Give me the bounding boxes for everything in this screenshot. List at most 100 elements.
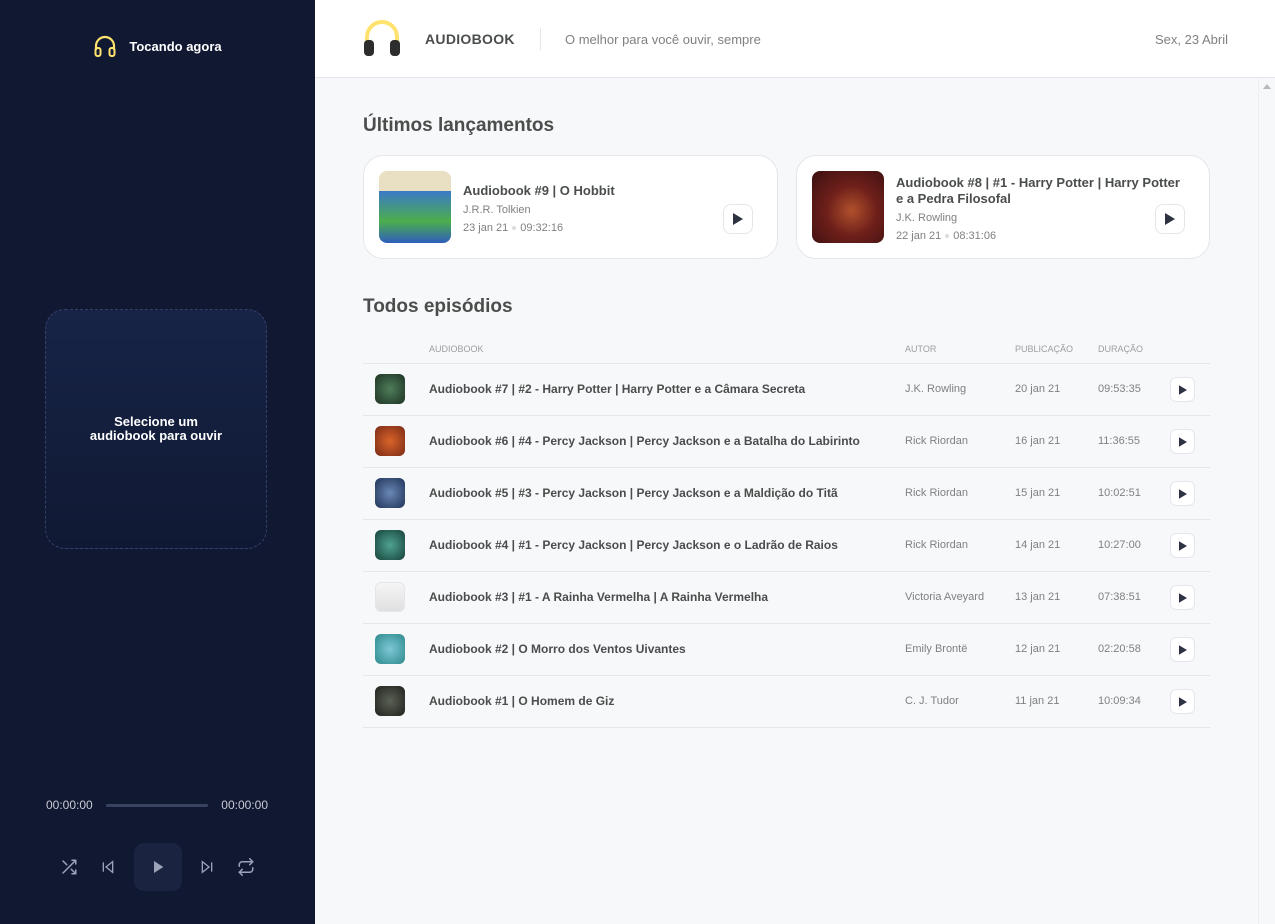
episode-published: 16 jan 21 bbox=[1015, 435, 1061, 447]
episode-title[interactable]: Audiobook #5 | #3 - Percy Jackson | Perc… bbox=[429, 486, 838, 500]
card-meta: 22 jan 21 08:31:06 bbox=[896, 230, 1186, 242]
progress-track[interactable] bbox=[106, 803, 208, 807]
episode-cover bbox=[375, 374, 405, 404]
next-button[interactable] bbox=[193, 853, 221, 881]
episode-duration: 09:53:35 bbox=[1098, 383, 1141, 395]
episode-duration: 10:02:51 bbox=[1098, 487, 1141, 499]
card-date: 22 jan 21 bbox=[896, 229, 942, 242]
table-row[interactable]: Audiobook #1 | O Homem de Giz C. J. Tudo… bbox=[363, 676, 1210, 728]
episode-title[interactable]: Audiobook #2 | O Morro dos Ventos Uivant… bbox=[429, 642, 686, 656]
meta-separator bbox=[945, 233, 950, 238]
episode-published: 12 jan 21 bbox=[1015, 643, 1061, 655]
column-published: PUBLICAÇÃO bbox=[1015, 344, 1074, 354]
table-row[interactable]: Audiobook #2 | O Morro dos Ventos Uivant… bbox=[363, 624, 1210, 676]
episode-duration: 10:27:00 bbox=[1098, 539, 1141, 551]
card-author: J.K. Rowling bbox=[896, 211, 958, 224]
previous-button[interactable] bbox=[94, 853, 122, 881]
episode-author: C. J. Tudor bbox=[905, 695, 959, 707]
column-author: AUTOR bbox=[905, 344, 937, 354]
episode-title[interactable]: Audiobook #1 | O Homem de Giz bbox=[429, 694, 614, 708]
play-icon bbox=[153, 860, 163, 873]
episode-title[interactable]: Audiobook #4 | #1 - Percy Jackson | Perc… bbox=[429, 538, 838, 552]
repeat-icon bbox=[238, 857, 254, 876]
episode-cover bbox=[375, 634, 405, 664]
card-info: Audiobook #9 | O Hobbit J.R.R. Tolkien 2… bbox=[463, 156, 615, 260]
card-duration: 08:31:06 bbox=[953, 229, 997, 242]
episode-author: Rick Riordan bbox=[905, 539, 968, 551]
episode-cover bbox=[375, 426, 405, 456]
episode-title[interactable]: Audiobook #6 | #4 - Percy Jackson | Perc… bbox=[429, 434, 860, 448]
player-controls bbox=[55, 842, 260, 891]
play-icon bbox=[1165, 213, 1175, 225]
scroll-up-arrow-icon[interactable] bbox=[1263, 84, 1271, 89]
table-row[interactable]: Audiobook #7 | #2 - Harry Potter | Harry… bbox=[363, 364, 1210, 416]
column-duration: DURAÇÃO bbox=[1098, 344, 1144, 354]
episode-play-button[interactable] bbox=[1170, 585, 1195, 610]
episode-title[interactable]: Audiobook #7 | #2 - Harry Potter | Harry… bbox=[429, 382, 805, 396]
episode-author: Victoria Aveyard bbox=[905, 591, 985, 603]
card-date: 23 jan 21 bbox=[463, 221, 509, 234]
empty-player-message: Selecione um audiobook para ouvir bbox=[89, 414, 223, 443]
table-row[interactable]: Audiobook #6 | #4 - Percy Jackson | Perc… bbox=[363, 416, 1210, 468]
brand-name: AUDIOBOOK bbox=[425, 31, 515, 47]
episode-published: 13 jan 21 bbox=[1015, 591, 1061, 603]
scrollbar[interactable] bbox=[1258, 78, 1275, 924]
episode-play-button[interactable] bbox=[1170, 429, 1195, 454]
table-row[interactable]: Audiobook #4 | #1 - Percy Jackson | Perc… bbox=[363, 520, 1210, 572]
table-row[interactable]: Audiobook #3 | #1 - A Rainha Vermelha | … bbox=[363, 572, 1210, 624]
episode-play-button[interactable] bbox=[1170, 637, 1195, 662]
episode-author: Rick Riordan bbox=[905, 487, 968, 499]
episode-cover bbox=[375, 530, 405, 560]
episode-play-button[interactable] bbox=[1170, 481, 1195, 506]
episode-duration: 10:09:34 bbox=[1098, 695, 1141, 707]
episode-author: Rick Riordan bbox=[905, 435, 968, 447]
now-playing-label: Tocando agora bbox=[129, 38, 222, 54]
card-info: Audiobook #8 | #1 - Harry Potter | Harry… bbox=[896, 156, 1186, 260]
repeat-button[interactable] bbox=[232, 853, 260, 881]
card-title: Audiobook #8 | #1 - Harry Potter | Harry… bbox=[896, 174, 1180, 206]
now-playing-header: Tocando agora bbox=[0, 34, 315, 58]
episode-published: 15 jan 21 bbox=[1015, 487, 1061, 499]
player-sidebar: Tocando agora Selecione um audiobook par… bbox=[0, 0, 315, 924]
play-icon bbox=[1178, 436, 1187, 447]
play-button[interactable] bbox=[133, 842, 182, 891]
time-current: 00:00:00 bbox=[46, 798, 93, 812]
shuffle-button[interactable] bbox=[55, 853, 83, 881]
episode-published: 14 jan 21 bbox=[1015, 539, 1061, 551]
episode-duration: 02:20:58 bbox=[1098, 643, 1141, 655]
episode-play-button[interactable] bbox=[1170, 533, 1195, 558]
previous-icon bbox=[102, 859, 114, 874]
episodes-table: AUDIOBOOK AUTOR PUBLICAÇÃO DURAÇÃO Audio… bbox=[363, 336, 1210, 728]
latest-card[interactable]: Audiobook #9 | O Hobbit J.R.R. Tolkien 2… bbox=[363, 155, 778, 259]
shuffle-icon bbox=[62, 859, 77, 874]
card-play-button[interactable] bbox=[723, 204, 753, 234]
episode-title[interactable]: Audiobook #3 | #1 - A Rainha Vermelha | … bbox=[429, 590, 768, 604]
card-play-button[interactable] bbox=[1155, 204, 1185, 234]
current-date: Sex, 23 Abril bbox=[1155, 32, 1228, 47]
table-header: AUDIOBOOK AUTOR PUBLICAÇÃO DURAÇÃO bbox=[363, 336, 1210, 364]
time-total: 00:00:00 bbox=[221, 798, 268, 812]
headphones-logo-icon bbox=[364, 20, 400, 56]
episode-cover bbox=[375, 478, 405, 508]
header-divider bbox=[540, 28, 541, 50]
latest-releases-title: Últimos lançamentos bbox=[363, 115, 555, 136]
progress-bar: 00:00:00 00:00:00 bbox=[46, 798, 268, 812]
play-icon bbox=[1178, 644, 1187, 655]
episode-play-button[interactable] bbox=[1170, 377, 1195, 402]
play-icon bbox=[1178, 592, 1187, 603]
episode-play-button[interactable] bbox=[1170, 689, 1195, 714]
table-row[interactable]: Audiobook #5 | #3 - Percy Jackson | Perc… bbox=[363, 468, 1210, 520]
column-audiobook: AUDIOBOOK bbox=[429, 344, 484, 354]
play-icon bbox=[1178, 384, 1187, 395]
logo bbox=[363, 18, 401, 63]
card-title: Audiobook #9 | O Hobbit bbox=[463, 182, 615, 198]
book-cover bbox=[812, 171, 884, 243]
all-episodes-title: Todos episódios bbox=[363, 296, 513, 317]
play-icon bbox=[733, 213, 743, 225]
latest-card[interactable]: Audiobook #8 | #1 - Harry Potter | Harry… bbox=[796, 155, 1210, 259]
book-cover bbox=[379, 171, 451, 243]
episode-published: 20 jan 21 bbox=[1015, 383, 1061, 395]
card-author: J.R.R. Tolkien bbox=[463, 203, 531, 216]
episode-duration: 07:38:51 bbox=[1098, 591, 1141, 603]
card-meta: 23 jan 21 09:32:16 bbox=[463, 222, 615, 234]
